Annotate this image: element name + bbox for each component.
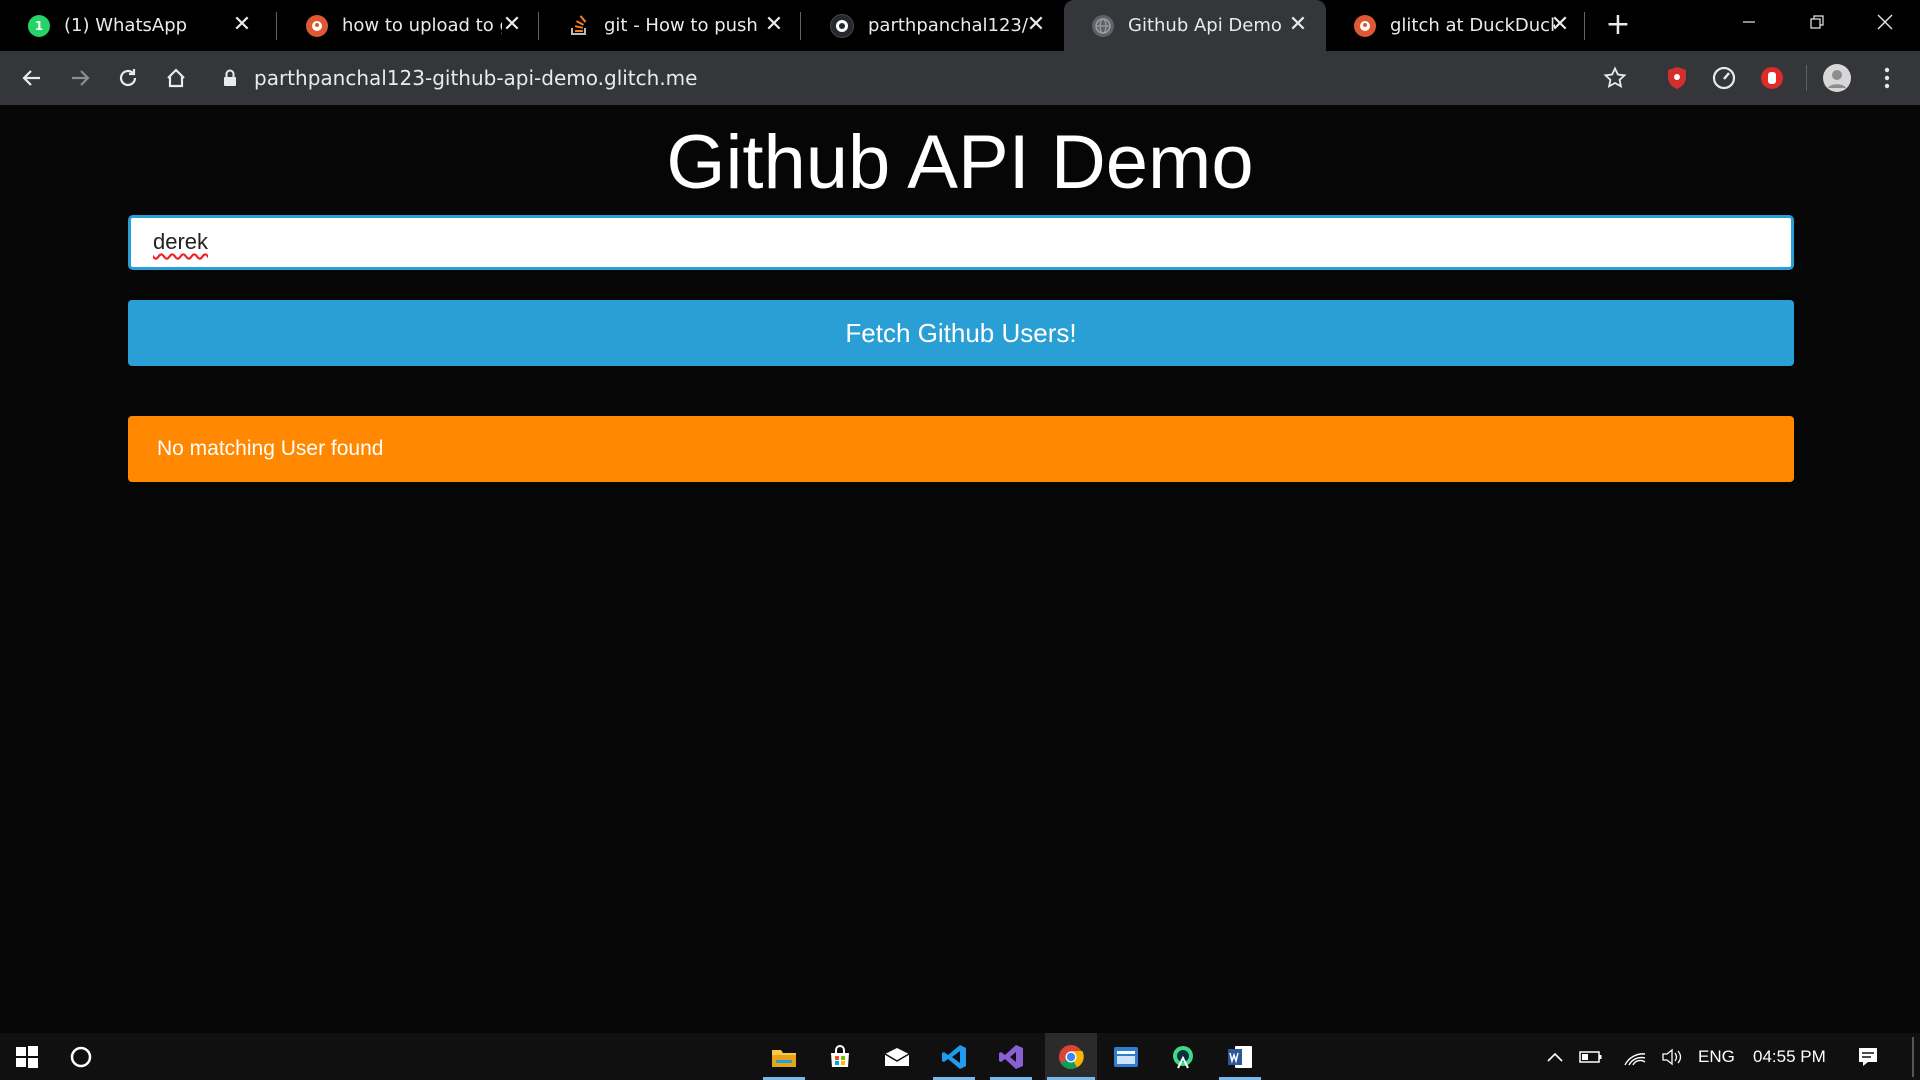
- windows-taskbar: ENG 04:55 PM: [0, 1033, 1920, 1080]
- avatar-icon: [1823, 64, 1851, 92]
- wifi-icon: [1624, 1052, 1646, 1065]
- minimize-icon: [1743, 21, 1755, 23]
- home-button[interactable]: [158, 60, 194, 96]
- reload-button[interactable]: [110, 60, 146, 96]
- extension-adblock[interactable]: [1757, 63, 1787, 93]
- taskbar-word[interactable]: [1217, 1033, 1263, 1080]
- word-icon: [1228, 1045, 1252, 1068]
- page-title: Github API Demo: [666, 120, 1254, 205]
- tab-title: git - How to push a r: [604, 15, 764, 36]
- more-vertical-icon: [1884, 67, 1890, 89]
- speedometer-icon: [1712, 66, 1736, 90]
- whatsapp-icon: 1: [28, 14, 50, 37]
- restore-button[interactable]: [1782, 0, 1852, 44]
- tab-duckduckgo-upload[interactable]: how to upload to git ✕: [278, 0, 540, 51]
- file-explorer-icon: [772, 1049, 796, 1067]
- menu-button[interactable]: [1872, 63, 1902, 93]
- tab-title: how to upload to git: [342, 15, 502, 36]
- taskbar-mail[interactable]: [874, 1033, 920, 1080]
- close-icon[interactable]: ✕: [1024, 13, 1048, 37]
- profile-avatar[interactable]: [1822, 63, 1852, 93]
- taskbar-chrome[interactable]: [1045, 1033, 1097, 1080]
- taskbar-android-studio[interactable]: [1160, 1033, 1206, 1080]
- tab-whatsapp[interactable]: 1 (1) WhatsApp ✕: [0, 0, 270, 51]
- taskbar-file-explorer[interactable]: [761, 1033, 807, 1080]
- tab-title: glitch at DuckDuckG: [1390, 15, 1555, 36]
- mail-icon: [884, 1047, 910, 1066]
- battery-icon: [1579, 1050, 1602, 1063]
- tray-volume[interactable]: [1655, 1033, 1689, 1080]
- extension-speed[interactable]: [1709, 63, 1739, 93]
- globe-icon: [1092, 14, 1114, 37]
- star-icon: [1603, 66, 1627, 89]
- show-desktop-button[interactable]: [1912, 1037, 1914, 1077]
- close-icon[interactable]: ✕: [230, 13, 254, 37]
- forward-button[interactable]: [62, 60, 98, 96]
- taskbar-visual-studio[interactable]: [988, 1033, 1034, 1080]
- tab-title: Github Api Demo: [1128, 15, 1282, 36]
- tab-title: (1) WhatsApp: [64, 15, 188, 36]
- close-icon[interactable]: ✕: [762, 13, 786, 37]
- taskbar-vscode[interactable]: [931, 1033, 977, 1080]
- clock[interactable]: 04:55 PM: [1753, 1047, 1826, 1067]
- arrow-right-icon: [72, 70, 90, 86]
- taskbar-files[interactable]: [1103, 1033, 1149, 1080]
- bookmark-button[interactable]: [1597, 60, 1633, 96]
- language-indicator[interactable]: ENG: [1698, 1047, 1735, 1067]
- start-button[interactable]: [4, 1033, 50, 1080]
- duckduckgo-icon: [1354, 14, 1376, 37]
- close-icon: [1877, 14, 1893, 30]
- extension-shield[interactable]: [1662, 63, 1692, 93]
- browser-toolbar: parthpanchal123-github-api-demo.glitch.m…: [0, 51, 1920, 105]
- tray-overflow-button[interactable]: [1538, 1033, 1572, 1080]
- files-icon: [1114, 1046, 1138, 1067]
- restore-icon: [1810, 15, 1824, 29]
- cortana-icon: [70, 1046, 92, 1067]
- window-close-button[interactable]: [1850, 0, 1920, 44]
- arrow-left-icon: [22, 70, 40, 86]
- visual-studio-icon: [999, 1044, 1023, 1069]
- no-match-alert: No matching User found: [128, 416, 1794, 482]
- close-icon[interactable]: ✕: [500, 13, 524, 37]
- notification-icon: [1859, 1047, 1877, 1066]
- github-icon: [830, 13, 854, 38]
- tab-title: parthpanchal123/Git: [868, 15, 1028, 36]
- tray-wifi[interactable]: [1618, 1033, 1652, 1080]
- cortana-button[interactable]: [58, 1033, 104, 1080]
- tray-battery[interactable]: [1574, 1033, 1608, 1080]
- volume-icon: [1662, 1048, 1682, 1065]
- vscode-icon: [942, 1044, 966, 1069]
- back-button[interactable]: [14, 60, 50, 96]
- close-icon[interactable]: ✕: [1286, 13, 1310, 37]
- duckduckgo-icon: [306, 14, 328, 37]
- url-text: parthpanchal123-github-api-demo.glitch.m…: [254, 66, 698, 90]
- page-content: Github API Demo derek Fetch Github Users…: [0, 105, 1920, 1033]
- minimize-button[interactable]: [1714, 0, 1784, 44]
- hand-stop-icon: [1761, 67, 1783, 89]
- stackoverflow-icon: [568, 14, 590, 37]
- browser-tabstrip: 1 (1) WhatsApp ✕ how to upload to git ✕ …: [0, 0, 1920, 51]
- new-tab-button[interactable]: +: [1600, 8, 1636, 44]
- shield-icon: [1668, 67, 1686, 89]
- taskbar-store[interactable]: [817, 1033, 863, 1080]
- tab-duckduckgo-glitch[interactable]: glitch at DuckDuckG ✕: [1326, 0, 1588, 51]
- fetch-users-button[interactable]: Fetch Github Users!: [128, 300, 1794, 366]
- tab-github-api-demo[interactable]: Github Api Demo ✕: [1064, 0, 1326, 51]
- lock-icon: [224, 69, 236, 86]
- action-center-button[interactable]: [1846, 1033, 1890, 1080]
- android-studio-icon: [1173, 1045, 1193, 1068]
- reload-icon: [119, 69, 137, 87]
- tab-stackoverflow[interactable]: git - How to push a r ✕: [540, 0, 802, 51]
- home-icon: [167, 68, 185, 88]
- chrome-icon: [1059, 1044, 1084, 1069]
- search-input-value: derek: [153, 229, 209, 254]
- close-icon[interactable]: ✕: [1548, 13, 1572, 37]
- address-bar[interactable]: parthpanchal123-github-api-demo.glitch.m…: [222, 59, 697, 97]
- tab-github-repo[interactable]: parthpanchal123/Git ✕: [802, 0, 1064, 51]
- store-icon: [831, 1044, 849, 1067]
- chevron-up-icon: [1547, 1052, 1563, 1062]
- search-input[interactable]: [128, 215, 1794, 270]
- windows-icon: [16, 1045, 38, 1068]
